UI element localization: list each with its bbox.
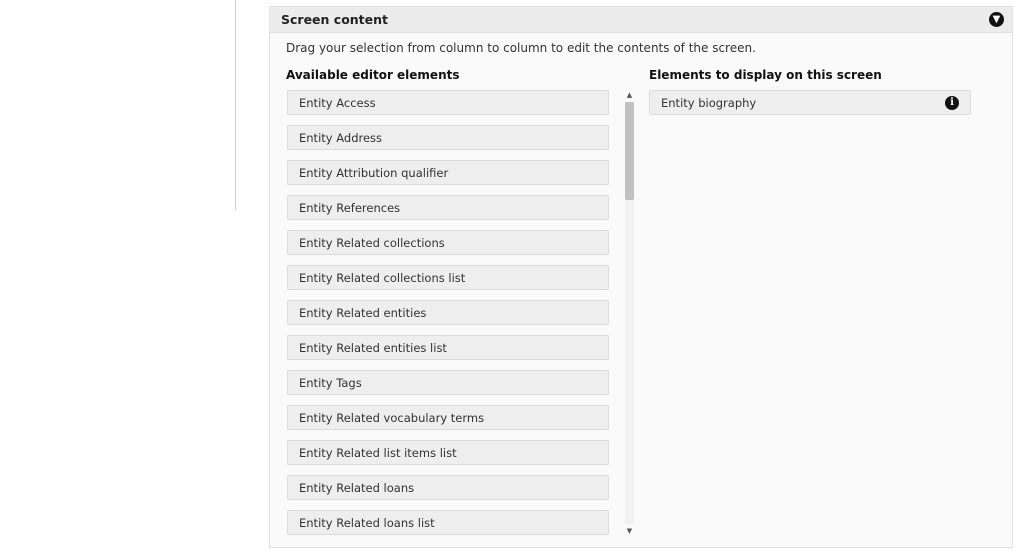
list-item[interactable]: Entity Address (287, 125, 609, 150)
available-elements-list[interactable]: Entity Access Entity Address Entity Attr… (287, 90, 610, 536)
list-item[interactable]: Entity Related collections list (287, 265, 609, 290)
list-item[interactable]: Entity Related loans (287, 475, 609, 500)
panel-header[interactable]: Screen content ▼ (270, 7, 1012, 33)
scroll-thumb[interactable] (625, 102, 634, 200)
list-item-label: Entity Tags (299, 375, 362, 390)
list-item-label: Entity Related collections list (299, 270, 466, 285)
panel-title: Screen content (281, 12, 389, 27)
list-item-label: Entity Related collections (299, 235, 445, 250)
info-icon[interactable]: i (945, 95, 959, 110)
list-item[interactable]: Entity Attribution qualifier (287, 160, 609, 185)
list-item[interactable]: Entity Tags (287, 370, 609, 395)
display-list-item[interactable]: Entity biography i (649, 90, 971, 115)
display-item-label: Entity biography (661, 95, 757, 110)
scroll-up-icon[interactable]: ▲ (623, 90, 636, 100)
list-item[interactable]: Entity References (287, 195, 609, 220)
list-item-label: Entity Related list items list (299, 445, 457, 460)
scroll-down-icon[interactable]: ▼ (623, 526, 636, 536)
left-divider (235, 0, 236, 210)
list-item[interactable]: Entity Related entities list (287, 335, 609, 360)
collapse-icon[interactable]: ▼ (989, 12, 1004, 27)
available-list-scrollbar[interactable]: ▲ ▼ (623, 90, 636, 536)
list-item[interactable]: Entity Related loans list (287, 510, 609, 535)
screen-content-panel: Screen content ▼ Drag your selection fro… (269, 6, 1013, 548)
list-item-label: Entity Related entities list (299, 340, 447, 355)
list-item-label: Entity Related entities (299, 305, 427, 320)
instructions-text: Drag your selection from column to colum… (286, 41, 756, 55)
list-item[interactable]: Entity Related collections (287, 230, 609, 255)
list-item-label: Entity Access (299, 95, 376, 110)
scroll-track[interactable] (625, 102, 634, 524)
list-item[interactable]: Entity Related entities (287, 300, 609, 325)
list-item-label: Entity Attribution qualifier (299, 165, 449, 180)
list-item[interactable]: Entity Related list items list (287, 440, 609, 465)
available-elements-heading: Available editor elements (286, 68, 460, 82)
list-item-label: Entity Address (299, 130, 383, 145)
list-item-label: Entity Related vocabulary terms (299, 410, 485, 425)
list-item-label: Entity Related loans list (299, 515, 435, 530)
list-item-label: Entity References (299, 200, 401, 215)
display-elements-heading: Elements to display on this screen (649, 68, 882, 82)
list-item[interactable]: Entity Related vocabulary terms (287, 405, 609, 430)
list-item[interactable]: Entity Access (287, 90, 609, 115)
list-item-label: Entity Related loans (299, 480, 415, 495)
